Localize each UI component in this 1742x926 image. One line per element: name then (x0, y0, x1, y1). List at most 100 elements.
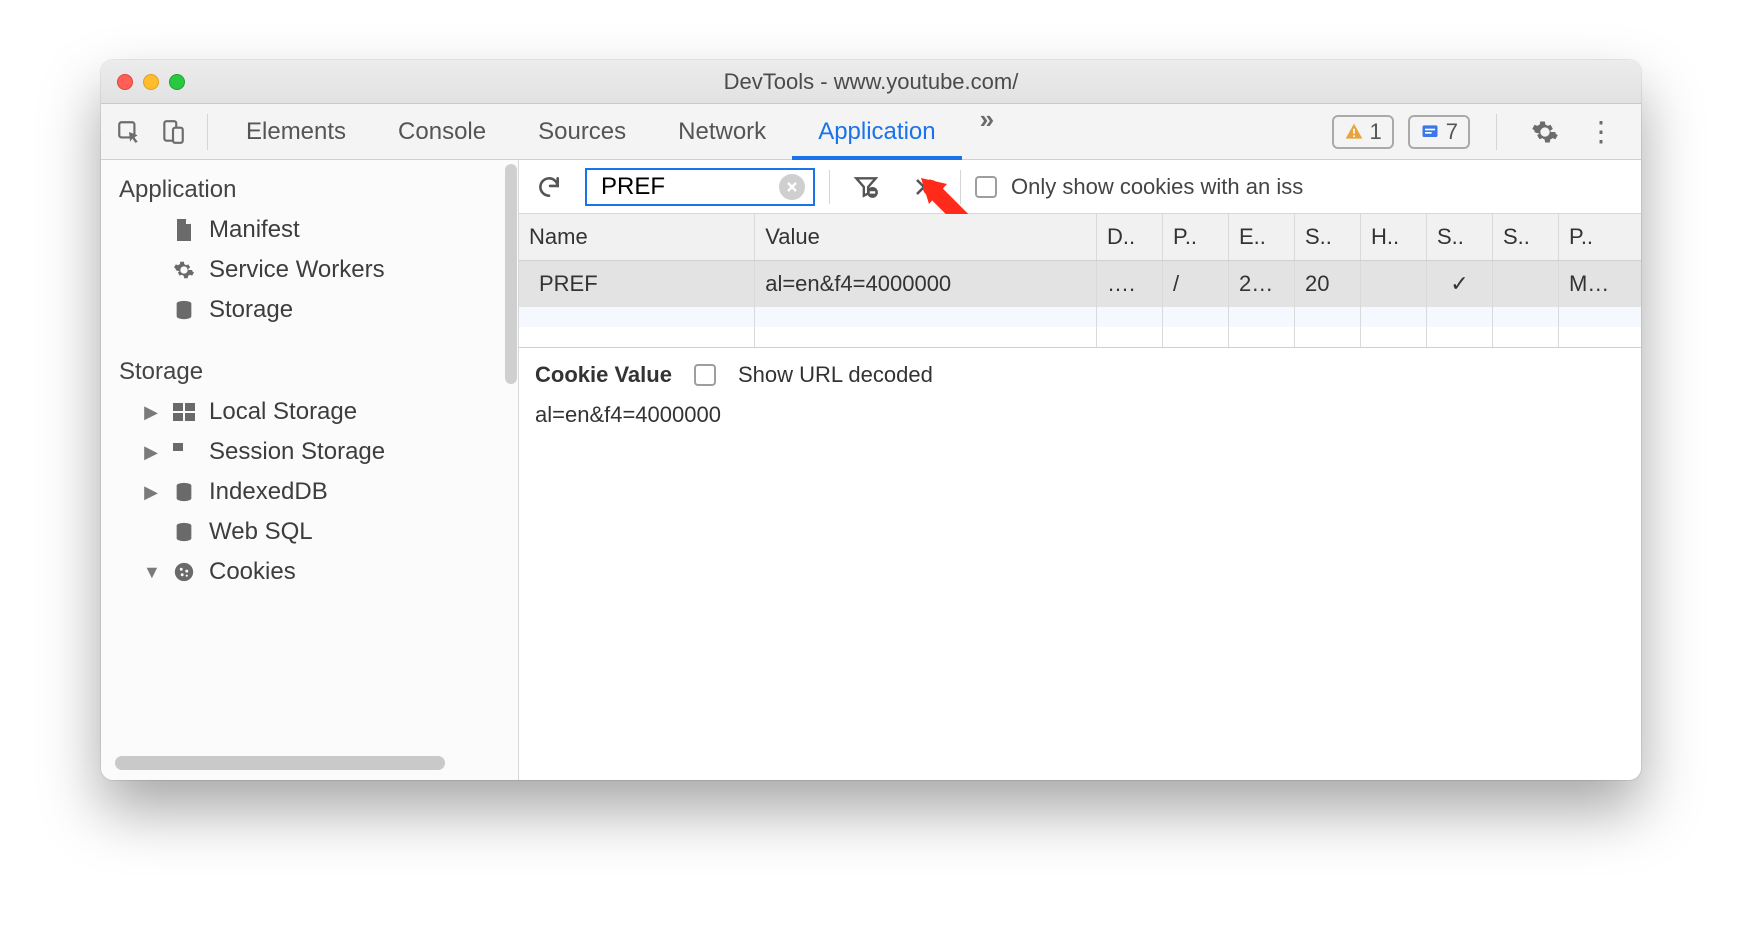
sidebar-item-label: Local Storage (209, 398, 357, 426)
sidebar-item-indexeddb[interactable]: ▶ IndexedDB (119, 472, 518, 512)
window-title: DevTools - www.youtube.com/ (101, 69, 1641, 95)
tab-elements[interactable]: Elements (220, 104, 372, 159)
sidebar-vscrollbar[interactable] (505, 164, 517, 384)
toolbar-separator (207, 114, 208, 150)
cookies-panel: Only show cookies with an iss Name Value… (519, 160, 1641, 780)
col-expires[interactable]: E.. (1228, 214, 1294, 261)
toolbar-separator (1496, 114, 1497, 150)
only-issues-checkbox[interactable] (975, 176, 997, 198)
filter-input-wrap (585, 168, 815, 206)
info-count: 7 (1446, 119, 1458, 145)
sidebar-tree-storage: ▶ Local Storage ▶ Session Storage ▶ (101, 392, 518, 592)
sidebar-hscrollbar[interactable] (115, 756, 445, 770)
table-row[interactable]: PREF al=en&f4=4000000 …. / 2… 20 ✓ M… (519, 261, 1641, 308)
sidebar-item-label: Session Storage (209, 438, 385, 466)
show-url-decoded-checkbox[interactable] (694, 364, 716, 386)
sidebar-item-label: Manifest (209, 216, 300, 244)
cookies-table: Name Value D.. P.. E.. S.. H.. S.. S.. P… (519, 214, 1641, 347)
sidebar-item-label: Cookies (209, 558, 296, 586)
panel-tabs: Elements Console Sources Network Applica… (220, 104, 1012, 159)
toolbar-separator (829, 170, 830, 204)
device-toolbar-icon[interactable] (151, 110, 195, 154)
cell-secure: ✓ (1426, 261, 1492, 308)
twisty-icon[interactable]: ▶ (143, 402, 159, 423)
col-secure[interactable]: S.. (1426, 214, 1492, 261)
sidebar-section-application: Application (101, 166, 518, 210)
devtools-toolbar: Elements Console Sources Network Applica… (101, 104, 1641, 160)
col-domain[interactable]: D.. (1096, 214, 1162, 261)
more-tabs-button[interactable]: » (962, 104, 1012, 159)
sidebar-item-local-storage[interactable]: ▶ Local Storage (119, 392, 518, 432)
delete-cookie-icon[interactable] (902, 165, 946, 209)
cell-priority: M… (1558, 261, 1641, 308)
cell-name: PREF (519, 261, 755, 308)
application-sidebar: Application Manifest Service Workers (101, 160, 519, 780)
sidebar-item-session-storage[interactable]: ▶ Session Storage (119, 432, 518, 472)
cell-value: al=en&f4=4000000 (755, 261, 1097, 308)
grid-icon (171, 403, 197, 421)
cell-size: 20 (1294, 261, 1360, 308)
only-issues-label: Only show cookies with an iss (1011, 174, 1303, 200)
database-icon (171, 521, 197, 543)
show-url-decoded-label: Show URL decoded (738, 362, 933, 388)
col-value[interactable]: Value (755, 214, 1097, 261)
warnings-badge[interactable]: 1 (1332, 115, 1394, 149)
cell-domain: …. (1096, 261, 1162, 308)
clear-all-filters-icon[interactable] (844, 165, 888, 209)
devtools-body: Application Manifest Service Workers (101, 160, 1641, 780)
clear-filter-icon[interactable] (779, 174, 805, 200)
tab-network[interactable]: Network (652, 104, 792, 159)
sidebar-item-label: Service Workers (209, 256, 385, 284)
minimize-window-button[interactable] (143, 74, 159, 90)
settings-icon[interactable] (1523, 110, 1567, 154)
col-name[interactable]: Name (519, 214, 755, 261)
cookie-icon (171, 561, 197, 583)
table-header-row: Name Value D.. P.. E.. S.. H.. S.. S.. P… (519, 214, 1641, 261)
cookie-value-text: al=en&f4=4000000 (535, 402, 1625, 428)
close-window-button[interactable] (117, 74, 133, 90)
sidebar-item-label: IndexedDB (209, 478, 328, 506)
devtools-window: DevTools - www.youtube.com/ Elements Con… (101, 60, 1641, 780)
sidebar-item-websql[interactable]: Web SQL (119, 512, 518, 552)
more-options-icon[interactable]: ⋮ (1581, 115, 1621, 148)
tab-sources[interactable]: Sources (512, 104, 652, 159)
twisty-icon[interactable]: ▼ (143, 562, 159, 583)
col-priority[interactable]: P.. (1558, 214, 1641, 261)
gear-icon (171, 259, 197, 281)
table-row[interactable] (519, 307, 1641, 327)
cookies-filterbar: Only show cookies with an iss (519, 160, 1641, 214)
toolbar-separator (960, 170, 961, 204)
sidebar-section-storage: Storage (101, 348, 518, 392)
file-icon (171, 218, 197, 242)
tab-application[interactable]: Application (792, 104, 961, 159)
refresh-icon[interactable] (527, 165, 571, 209)
cell-path: / (1162, 261, 1228, 308)
info-badge[interactable]: 7 (1408, 115, 1470, 149)
sidebar-item-storage[interactable]: Storage (119, 290, 518, 330)
twisty-icon[interactable]: ▶ (143, 482, 159, 503)
sidebar-item-cookies[interactable]: ▼ Cookies (119, 552, 518, 592)
col-samesite[interactable]: S.. (1492, 214, 1558, 261)
col-size[interactable]: S.. (1294, 214, 1360, 261)
filter-input[interactable] (599, 172, 769, 202)
database-icon (171, 481, 197, 503)
titlebar: DevTools - www.youtube.com/ (101, 60, 1641, 104)
inspect-element-icon[interactable] (107, 110, 151, 154)
sidebar-item-manifest[interactable]: Manifest (119, 210, 518, 250)
database-icon (171, 299, 197, 321)
grid-icon (171, 443, 197, 461)
sidebar-item-service-workers[interactable]: Service Workers (119, 250, 518, 290)
cell-expires: 2… (1228, 261, 1294, 308)
sidebar-item-label: Web SQL (209, 518, 313, 546)
table-row[interactable] (519, 327, 1641, 347)
zoom-window-button[interactable] (169, 74, 185, 90)
cookie-detail-panel: Cookie Value Show URL decoded al=en&f4=4… (519, 347, 1641, 442)
cell-samesite (1492, 261, 1558, 308)
col-httponly[interactable]: H.. (1360, 214, 1426, 261)
tab-console[interactable]: Console (372, 104, 512, 159)
toolbar-right: 1 7 ⋮ (1332, 110, 1636, 154)
cookie-value-heading: Cookie Value (535, 362, 672, 388)
col-path[interactable]: P.. (1162, 214, 1228, 261)
twisty-icon[interactable]: ▶ (143, 442, 159, 463)
sidebar-tree-application: Manifest Service Workers Storage (101, 210, 518, 330)
